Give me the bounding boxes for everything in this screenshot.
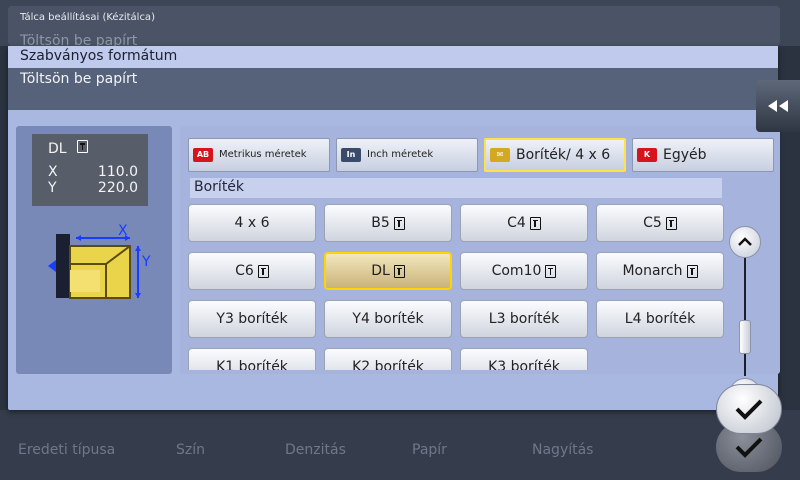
- checkmark-icon: [735, 399, 763, 420]
- orientation-icon: [529, 216, 541, 230]
- size-option-label: K1 boríték: [216, 359, 288, 370]
- size-option-label: B5: [371, 215, 390, 231]
- category-other-button[interactable]: K Egyéb: [632, 138, 774, 172]
- tab-density: Denzitás: [285, 442, 346, 458]
- size-option-button[interactable]: C6: [188, 252, 316, 290]
- size-option-label: C4: [507, 215, 526, 231]
- background-title: Tálca beállításai (Kézitálca): [20, 12, 155, 23]
- collapse-panel-button[interactable]: [756, 80, 800, 132]
- size-option-button[interactable]: C5: [596, 204, 724, 242]
- size-option-button[interactable]: Y3 boríték: [188, 300, 316, 338]
- size-option-button[interactable]: C4: [460, 204, 588, 242]
- scroll-track[interactable]: [744, 258, 746, 376]
- size-option-button[interactable]: L3 boríték: [460, 300, 588, 338]
- category-envelope-button[interactable]: ✉ Boríték/ 4 x 6: [484, 138, 626, 172]
- category-envelope-label: Boríték/ 4 x 6: [516, 147, 611, 163]
- paper-orientation-icon: X Y: [48, 224, 151, 299]
- scroll-thumb[interactable]: [739, 320, 751, 354]
- tab-zoom: Nagyítás: [532, 442, 594, 458]
- orientation-icon: [77, 140, 89, 153]
- y-value: 220.0: [97, 180, 138, 196]
- size-name: DL: [48, 141, 67, 157]
- size-option-button[interactable]: K2 boríték: [324, 348, 452, 370]
- category-other-label: Egyéb: [663, 147, 707, 163]
- background-tab-bar: Eredeti típusa Szín Denzitás Papír Nagyí…: [0, 442, 700, 464]
- size-option-label: C5: [643, 215, 662, 231]
- orientation-icon: [665, 216, 677, 230]
- ok-button[interactable]: [716, 384, 782, 434]
- size-info-box: DL X 110.0 Y 220.0: [32, 134, 148, 206]
- size-option-label: Y4 boríték: [352, 311, 424, 327]
- size-option-label: DL: [371, 263, 390, 279]
- orientation-icon: [257, 264, 269, 278]
- size-option-label: Monarch: [622, 263, 683, 279]
- size-option-label: C6: [235, 263, 254, 279]
- size-option-button[interactable]: DL: [324, 252, 452, 290]
- svg-text:Y: Y: [141, 254, 151, 270]
- tab-paper: Papír: [412, 442, 447, 458]
- svg-text:X: X: [118, 224, 128, 239]
- dialog-title: Szabványos formátum: [8, 46, 778, 68]
- size-option-label: K3 boríték: [488, 359, 560, 370]
- tab-color: Szín: [176, 442, 205, 458]
- metric-icon: AB: [193, 148, 213, 162]
- inch-icon: In: [341, 148, 361, 162]
- size-option-label: K2 boríték: [352, 359, 424, 370]
- y-label: Y: [48, 180, 57, 196]
- category-inch-label: Inch méretek: [367, 149, 434, 160]
- scroll-up-button[interactable]: [729, 226, 761, 258]
- size-option-label: 4 x 6: [234, 215, 270, 231]
- size-preview-panel: DL X 110.0 Y 220.0 X Y: [16, 126, 172, 374]
- size-option-button[interactable]: 4 x 6: [188, 204, 316, 242]
- size-option-label: Y3 boríték: [216, 311, 288, 327]
- orientation-icon: [545, 264, 557, 278]
- orientation-icon: [393, 264, 405, 278]
- x-label: X: [48, 164, 58, 180]
- size-option-button[interactable]: B5: [324, 204, 452, 242]
- size-option-button[interactable]: Y4 boríték: [324, 300, 452, 338]
- orientation-icon: [686, 264, 698, 278]
- size-option-button[interactable]: K1 boríték: [188, 348, 316, 370]
- x-value: 110.0: [97, 164, 138, 180]
- size-option-button[interactable]: Monarch: [596, 252, 724, 290]
- size-option-button[interactable]: Com10: [460, 252, 588, 290]
- checkmark-icon: [735, 437, 763, 458]
- size-option-button[interactable]: K3 boríték: [460, 348, 588, 370]
- category-inch-button[interactable]: In Inch méretek: [336, 138, 478, 172]
- double-chevron-left-icon: [768, 100, 788, 112]
- category-metric-label: Metrikus méretek: [219, 149, 307, 160]
- tab-original-type: Eredeti típusa: [18, 442, 116, 458]
- size-option-label: L4 boríték: [624, 311, 696, 327]
- paper-size-dialog: Szabványos formátum Töltsön be papírt DL…: [8, 46, 780, 410]
- size-option-button[interactable]: L4 boríték: [596, 300, 724, 338]
- size-option-label: L3 boríték: [488, 311, 560, 327]
- size-option-label: Com10: [491, 263, 542, 279]
- list-header: Boríték: [190, 178, 722, 198]
- dialog-instruction: Töltsön be papírt: [8, 68, 778, 110]
- category-metric-button[interactable]: AB Metrikus méretek: [188, 138, 330, 172]
- other-icon: K: [637, 148, 657, 162]
- size-list: 4 x 6 B5 C4 C5 C6 DL Com10 Monarch Y3 boríték Y4 …: [188, 204, 738, 370]
- size-selection-panel: AB Metrikus méretek In Inch méretek ✉ Bo…: [180, 126, 780, 410]
- envelope-icon: ✉: [490, 148, 510, 162]
- chevron-up-icon: [738, 237, 752, 246]
- orientation-icon: [393, 216, 405, 230]
